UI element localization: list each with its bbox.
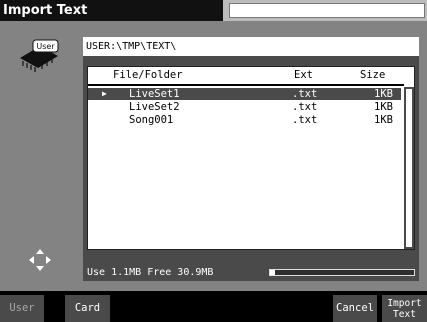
memory-usage-meter-fill: [270, 270, 276, 275]
user-button[interactable]: User: [0, 295, 44, 322]
row-name: LiveSet2: [129, 101, 180, 113]
row-size: 1KB: [374, 114, 393, 126]
selected-row-arrow-icon: ▶: [102, 89, 107, 98]
chip-label: User: [36, 42, 55, 51]
row-ext: .txt: [292, 88, 318, 100]
memory-status-bar: Use 1.1MB Free 30.9MB: [83, 264, 419, 281]
row-ext: .txt: [292, 114, 318, 126]
header-divider: [88, 84, 404, 86]
memory-usage-text: Use 1.1MB Free 30.9MB: [87, 267, 214, 278]
row-size: 1KB: [374, 101, 393, 113]
file-list[interactable]: File/Folder Ext Size ▶ LiveSet1 .txt 1KB…: [87, 66, 415, 250]
row-ext: .txt: [292, 101, 318, 113]
window-title: Import Text: [0, 0, 223, 21]
import-text-line1: Import: [387, 298, 422, 309]
cursor-arrows-icon: [29, 249, 51, 271]
table-row[interactable]: Song001 .txt 1KB: [88, 114, 401, 126]
scrollbar-thumb[interactable]: [406, 89, 412, 247]
row-name: Song001: [129, 114, 174, 126]
cancel-button[interactable]: Cancel: [333, 295, 377, 322]
title-bar-field: [229, 3, 425, 18]
title-bar: Import Text: [0, 0, 427, 21]
file-list-header: File/Folder Ext Size: [88, 69, 414, 83]
header-file-folder: File/Folder: [113, 69, 183, 81]
table-row[interactable]: LiveSet2 .txt 1KB: [88, 101, 401, 113]
header-ext: Ext: [294, 69, 313, 81]
user-memory-chip-icon: User: [18, 38, 60, 74]
path-field: USER:\TMP\TEXT\: [83, 37, 419, 56]
import-text-line2: Text: [393, 309, 416, 320]
table-row[interactable]: ▶ LiveSet1 .txt 1KB: [88, 88, 401, 100]
function-key-bar: User Card Cancel Import Text: [0, 291, 427, 322]
import-text-button[interactable]: Import Text: [382, 295, 427, 322]
memory-usage-meter: [269, 269, 415, 276]
card-button[interactable]: Card: [65, 295, 110, 322]
row-name: LiveSet1: [129, 88, 180, 100]
header-size: Size: [360, 69, 386, 81]
row-size: 1KB: [374, 88, 393, 100]
